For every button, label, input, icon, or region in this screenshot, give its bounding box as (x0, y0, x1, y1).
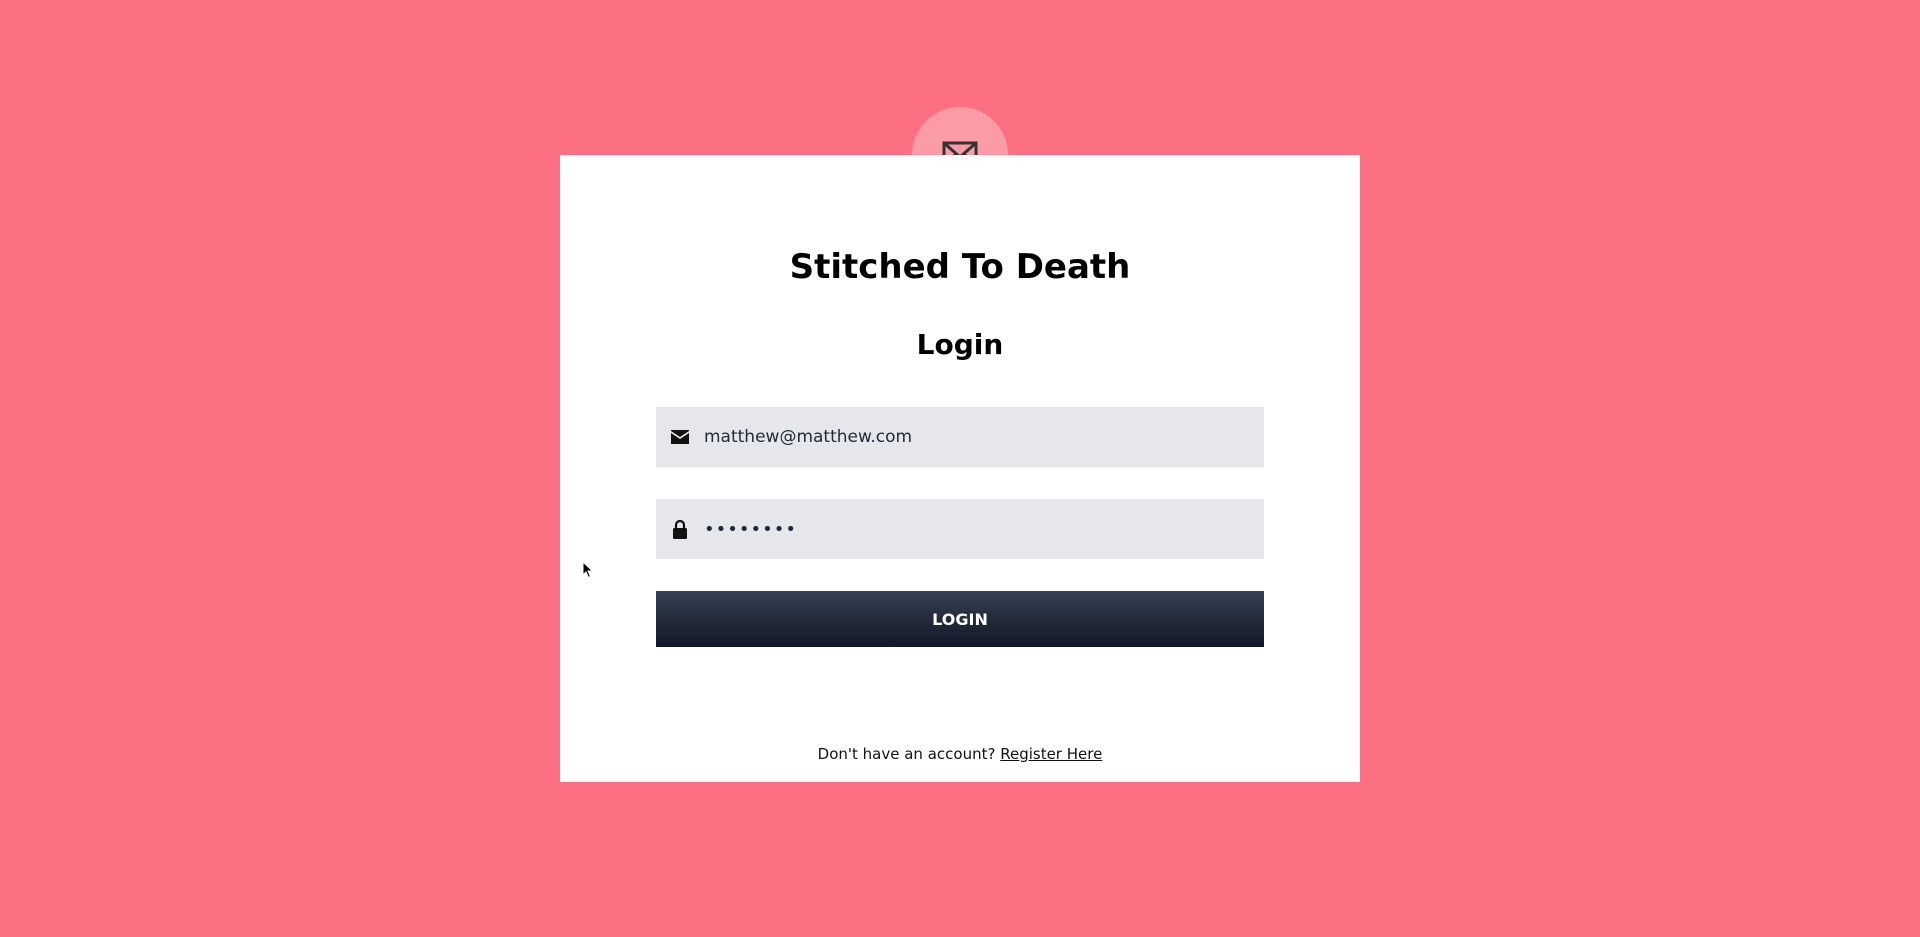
register-prompt: Don't have an account? Register Here (560, 745, 1360, 763)
login-button[interactable]: LOGIN (656, 591, 1264, 647)
register-link[interactable]: Register Here (1000, 745, 1102, 763)
register-prompt-text: Don't have an account? (817, 745, 996, 763)
email-input[interactable] (704, 407, 1264, 467)
page-title: Login (916, 328, 1004, 361)
lock-icon (656, 519, 704, 539)
email-field[interactable] (656, 407, 1264, 467)
envelope-icon (656, 430, 704, 444)
password-input[interactable] (704, 499, 1264, 559)
mouse-cursor-icon (582, 561, 594, 579)
app-title: Stitched To Death (789, 247, 1131, 287)
login-card: Stitched To Death Login LOGIN Don't have… (560, 155, 1360, 782)
password-field[interactable] (656, 499, 1264, 559)
